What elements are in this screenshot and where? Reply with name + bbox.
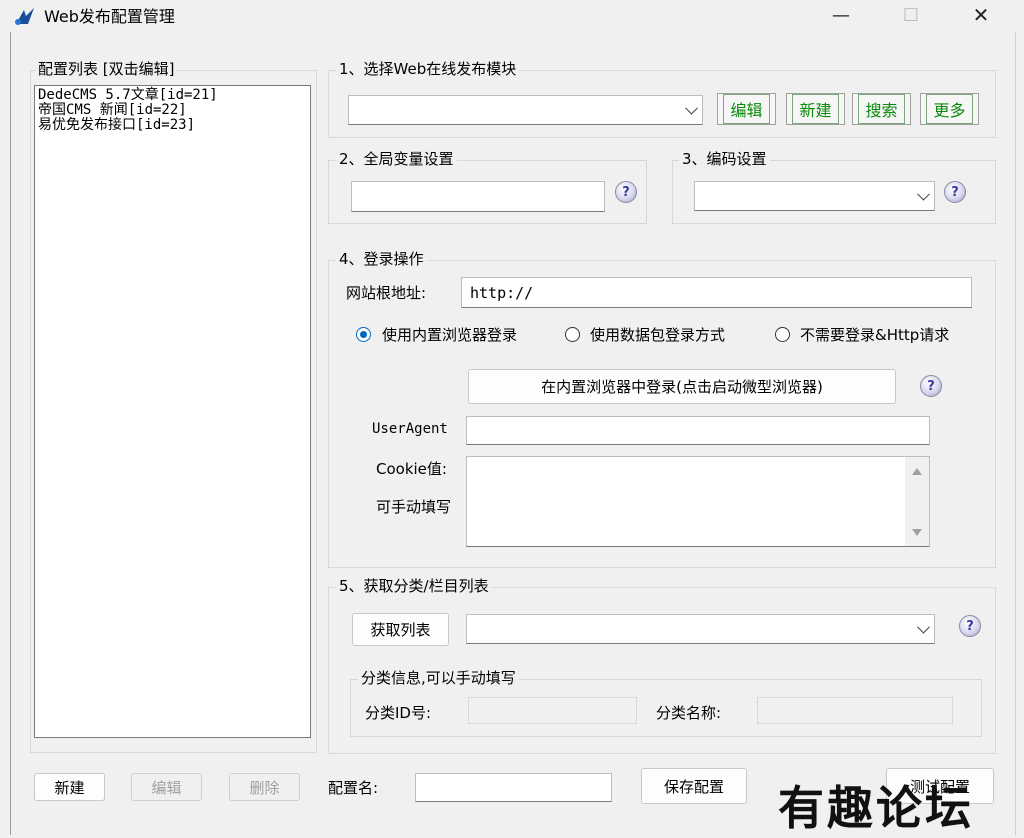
category-info-title: 分类信息,可以手动填写 <box>358 667 519 688</box>
module-select[interactable] <box>348 95 703 125</box>
window-border-right <box>1015 32 1016 835</box>
radio-packet-login[interactable] <box>565 327 580 342</box>
delete-config-button[interactable]: 删除 <box>229 773 300 801</box>
scroll-up-icon[interactable] <box>912 468 922 475</box>
minimize-button[interactable]: — <box>818 0 864 30</box>
title-bar: Web发布配置管理 — ☐ ✕ <box>0 0 1024 32</box>
radio-builtin-browser-label[interactable]: 使用内置浏览器登录 <box>382 324 517 345</box>
module-more-button[interactable]: 更多 <box>920 93 979 125</box>
radio-no-login-label[interactable]: 不需要登录&Http请求 <box>800 324 949 345</box>
config-listbox[interactable]: DedeCMS 5.7文章[id=21] 帝国CMS 新闻[id=22] 易优免… <box>34 85 311 738</box>
chevron-down-icon <box>917 620 930 634</box>
radio-no-login[interactable] <box>775 327 790 342</box>
cookie-hint: 可手动填写 <box>376 498 452 516</box>
help-icon[interactable]: ? <box>959 615 981 637</box>
module-search-label: 搜索 <box>858 94 905 124</box>
root-url-input[interactable]: http:// <box>461 277 972 308</box>
category-name-input[interactable] <box>757 697 953 724</box>
scroll-down-icon[interactable] <box>912 529 922 536</box>
login-title: 4、登录操作 <box>336 248 427 269</box>
window-title: Web发布配置管理 <box>44 7 175 26</box>
config-name-input[interactable] <box>415 773 612 802</box>
help-icon[interactable]: ? <box>920 375 942 397</box>
module-edit-button[interactable]: 编辑 <box>717 93 776 125</box>
new-config-button[interactable]: 新建 <box>34 773 105 801</box>
cookie-textarea[interactable] <box>466 456 930 547</box>
forum-watermark: 有趣论坛 <box>778 781 974 835</box>
app-icon <box>15 8 34 25</box>
window-border-left <box>10 32 11 835</box>
category-select[interactable] <box>466 614 935 644</box>
useragent-label: UserAgent <box>372 421 448 437</box>
global-vars-title: 2、全局变量设置 <box>336 148 457 169</box>
list-item[interactable]: 易优免发布接口[id=23] <box>38 118 307 133</box>
radio-packet-login-label[interactable]: 使用数据包登录方式 <box>590 324 725 345</box>
fetch-list-button[interactable]: 获取列表 <box>352 613 449 646</box>
chevron-down-icon <box>685 101 698 115</box>
radio-builtin-browser[interactable] <box>356 327 371 342</box>
category-name-label: 分类名称: <box>656 704 722 722</box>
useragent-input[interactable] <box>466 416 930 445</box>
module-edit-label: 编辑 <box>723 94 770 124</box>
module-new-button[interactable]: 新建 <box>786 93 845 125</box>
module-group-title: 1、选择Web在线发布模块 <box>336 58 520 79</box>
cookie-scrollbar[interactable] <box>905 457 929 546</box>
category-id-input[interactable] <box>468 697 637 724</box>
module-new-label: 新建 <box>792 94 839 124</box>
chevron-down-icon <box>917 187 930 201</box>
encoding-title: 3、编码设置 <box>679 148 770 169</box>
cookie-label: Cookie值: <box>376 460 447 478</box>
category-id-label: 分类ID号: <box>365 704 432 722</box>
save-config-button[interactable]: 保存配置 <box>641 768 747 804</box>
list-item[interactable]: 帝国CMS 新闻[id=22] <box>38 103 307 118</box>
root-url-label: 网站根地址: <box>346 284 427 302</box>
module-more-label: 更多 <box>926 94 973 124</box>
browser-login-button[interactable]: 在内置浏览器中登录(点击启动微型浏览器) <box>468 369 896 404</box>
config-list-title: 配置列表 [双击编辑] <box>35 58 178 79</box>
list-item[interactable]: DedeCMS 5.7文章[id=21] <box>38 88 307 103</box>
help-icon[interactable]: ? <box>944 181 966 203</box>
encoding-select[interactable] <box>694 181 935 211</box>
category-title: 5、获取分类/栏目列表 <box>336 575 492 596</box>
edit-config-button[interactable]: 编辑 <box>131 773 202 801</box>
help-icon[interactable]: ? <box>615 181 637 203</box>
config-name-label: 配置名: <box>328 779 379 797</box>
module-search-button[interactable]: 搜索 <box>852 93 911 125</box>
close-button[interactable]: ✕ <box>958 0 1004 30</box>
maximize-button[interactable]: ☐ <box>888 0 934 30</box>
global-vars-input[interactable] <box>351 181 605 212</box>
